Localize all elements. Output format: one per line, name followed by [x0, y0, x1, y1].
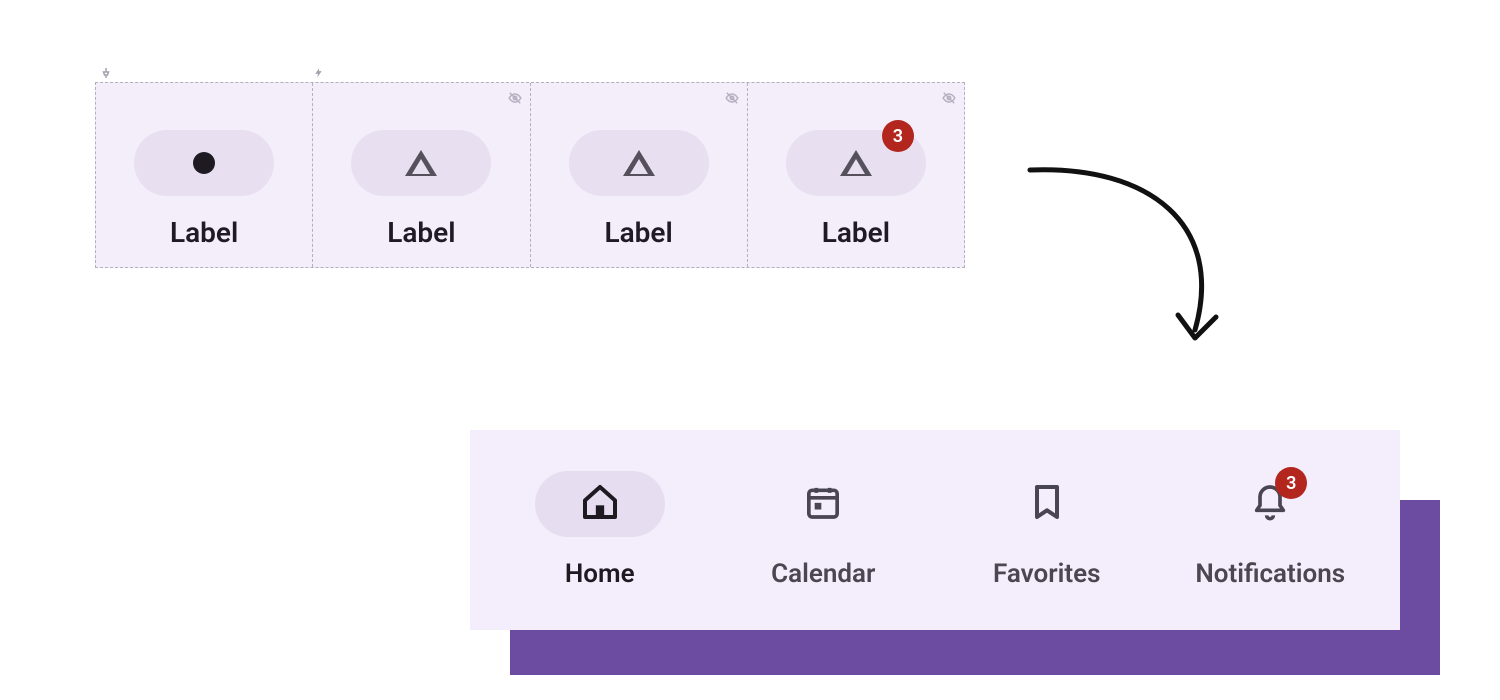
home-icon: [580, 482, 620, 526]
nav-label: Calendar: [771, 559, 875, 589]
nav-icon-wrap: 3: [1205, 471, 1335, 537]
nav-icon-wrap: [982, 471, 1112, 537]
circle-filled-icon: [193, 152, 215, 174]
spec-pill-active: [134, 130, 274, 196]
calendar-icon: [803, 482, 843, 526]
spec-label: Label: [822, 216, 890, 249]
arrow-icon: [1020, 155, 1250, 355]
nav-item-notifications[interactable]: 3 Notifications: [1159, 471, 1383, 589]
navigation-bar: Home Calendar: [470, 430, 1400, 630]
badge-count: 3: [882, 120, 914, 152]
nav-label: Notifications: [1195, 559, 1345, 589]
nav-label: Favorites: [993, 559, 1100, 589]
nav-item-home[interactable]: Home: [488, 471, 712, 589]
nav-item-favorites[interactable]: Favorites: [935, 471, 1159, 589]
nav-icon-wrap-active: [535, 471, 665, 537]
hidden-icon: [942, 91, 956, 105]
spec-nav-item-3[interactable]: Label: [531, 83, 748, 267]
spec-nav-item-2[interactable]: Label: [313, 83, 530, 267]
hidden-icon: [508, 91, 522, 105]
spec-nav-item-4[interactable]: 3 Label: [748, 83, 964, 267]
spec-navigation-bar: Label Label Label 3 Label: [95, 82, 965, 268]
nav-icon-wrap: [758, 471, 888, 537]
badge-count: 3: [1275, 467, 1307, 499]
spec-nav-item-1[interactable]: Label: [96, 83, 313, 267]
spec-label: Label: [387, 216, 455, 249]
spec-pill: [351, 130, 491, 196]
triangle-outline-icon: [623, 150, 655, 176]
spec-pill: 3: [786, 130, 926, 196]
spec-pill: [569, 130, 709, 196]
navigation-bar-demo: Home Calendar: [470, 430, 1400, 630]
bookmark-icon: [1027, 482, 1067, 526]
nav-item-calendar[interactable]: Calendar: [712, 471, 936, 589]
spec-label: Label: [170, 216, 238, 249]
spec-label: Label: [604, 216, 672, 249]
hidden-icon: [725, 91, 739, 105]
triangle-outline-icon: [840, 150, 872, 176]
nav-label: Home: [565, 559, 635, 589]
triangle-outline-icon: [405, 150, 437, 176]
